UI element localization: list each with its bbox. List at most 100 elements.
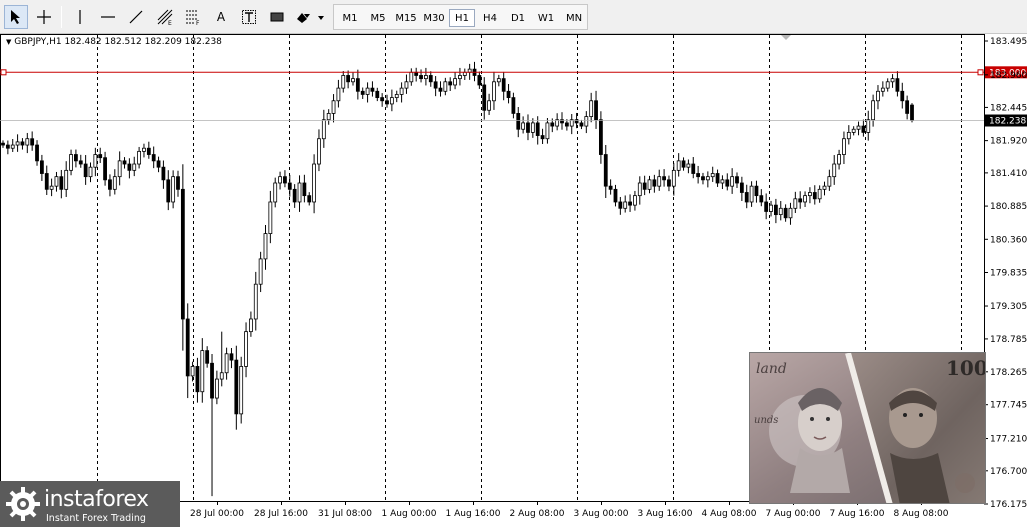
candle <box>69 149 73 176</box>
tf-d1[interactable]: D1 <box>505 9 531 27</box>
candle <box>647 175 652 194</box>
crosshair-tool-button[interactable] <box>32 5 56 29</box>
candle-body <box>686 163 691 168</box>
candle <box>258 251 263 293</box>
candle <box>5 140 10 155</box>
candle-body <box>671 169 676 187</box>
candle-body <box>438 87 443 92</box>
candle-body <box>725 179 730 187</box>
tf-w1[interactable]: W1 <box>533 9 559 27</box>
symbol-ohlc-text: GBPJPY,H1 182.482 182.512 182.209 182.23… <box>14 37 222 47</box>
tf-mn[interactable]: MN <box>561 9 587 27</box>
candle <box>530 118 535 138</box>
candle-body <box>25 138 30 146</box>
horizontal-line-tool-button[interactable] <box>96 5 120 29</box>
candle-body <box>681 160 686 168</box>
candle <box>137 146 142 169</box>
candle <box>487 93 491 115</box>
candle-body <box>5 144 10 149</box>
candle <box>35 140 39 166</box>
candle-body <box>526 122 530 133</box>
candle-body <box>428 75 433 83</box>
candle-body <box>696 173 701 178</box>
cursor-icon <box>11 10 20 24</box>
candle <box>44 165 49 195</box>
tf-h4[interactable]: H4 <box>477 9 503 27</box>
equidistant-channel-tool-button[interactable]: E <box>153 5 177 29</box>
candle <box>453 72 457 90</box>
candle <box>676 153 681 177</box>
symbol-dropdown-icon[interactable]: ▼ <box>6 38 11 46</box>
tf-m1[interactable]: M1 <box>337 9 363 27</box>
rectangle-tool-button[interactable] <box>265 5 289 29</box>
candle <box>205 346 210 368</box>
candle <box>268 190 273 244</box>
candle-body <box>842 138 846 155</box>
tf-m15[interactable]: M15 <box>393 9 419 27</box>
fibonacci-tool-button[interactable]: F <box>181 5 205 29</box>
candle-body <box>764 201 769 212</box>
candle <box>321 109 326 148</box>
candle <box>132 156 137 177</box>
candle <box>49 178 54 197</box>
candle <box>827 169 832 191</box>
candle <box>851 126 856 136</box>
candle <box>380 93 385 107</box>
candle <box>681 157 686 171</box>
time-label: 8 Aug 08:00 <box>894 509 949 519</box>
vertical-line-tool-button[interactable] <box>68 5 92 29</box>
svg-text:unds: unds <box>754 415 778 426</box>
candle-body <box>783 207 788 219</box>
candle-body <box>326 113 331 121</box>
candle <box>156 156 161 173</box>
candle-body <box>346 75 351 83</box>
candle-body <box>652 179 657 187</box>
candle <box>691 157 696 179</box>
candle-body <box>214 378 219 399</box>
candle <box>1 140 5 148</box>
candle <box>278 171 282 190</box>
candle-body <box>793 198 798 209</box>
trendline-tool-button[interactable] <box>124 5 148 29</box>
cursor-tool-button[interactable] <box>4 5 28 29</box>
candle-body <box>895 78 900 92</box>
price-label: 181.920 <box>990 137 1027 147</box>
candle-body <box>433 81 438 89</box>
text-label-tool-button[interactable] <box>237 5 261 29</box>
candle-body <box>506 90 511 99</box>
tf-m30[interactable]: M30 <box>421 9 447 27</box>
candle <box>871 94 876 127</box>
candle-body <box>389 97 394 105</box>
candle-body <box>705 176 710 181</box>
candle <box>166 170 171 211</box>
candle-body <box>710 173 715 178</box>
text-tool-label: A <box>216 10 226 24</box>
candle <box>214 370 219 405</box>
candle <box>526 114 530 141</box>
candle-body <box>618 201 623 209</box>
text-tool-button[interactable]: A <box>209 5 233 29</box>
candle <box>88 162 93 183</box>
candle <box>603 144 608 198</box>
candle <box>355 69 360 100</box>
candle <box>244 322 248 378</box>
candle-body <box>142 147 146 152</box>
candle <box>594 90 598 129</box>
candle <box>613 184 618 207</box>
candle-body <box>39 160 44 174</box>
candle <box>83 155 88 185</box>
candle <box>866 110 871 141</box>
tf-m5[interactable]: M5 <box>365 9 391 27</box>
tf-h1[interactable]: H1 <box>449 9 475 27</box>
candle <box>856 121 861 136</box>
candle-body <box>676 160 681 171</box>
shapes-menu-tool-button[interactable] <box>293 5 327 29</box>
candle <box>657 169 662 191</box>
candle-body <box>112 176 117 190</box>
candle <box>234 345 239 430</box>
time-label: 2 Aug 08:00 <box>510 509 565 519</box>
candle <box>195 357 200 403</box>
candle <box>773 198 778 224</box>
candle-body <box>579 122 584 127</box>
chart-window[interactable]: 183.000 182.238 183.495 182.960 182.445 181.… <box>0 34 1027 527</box>
